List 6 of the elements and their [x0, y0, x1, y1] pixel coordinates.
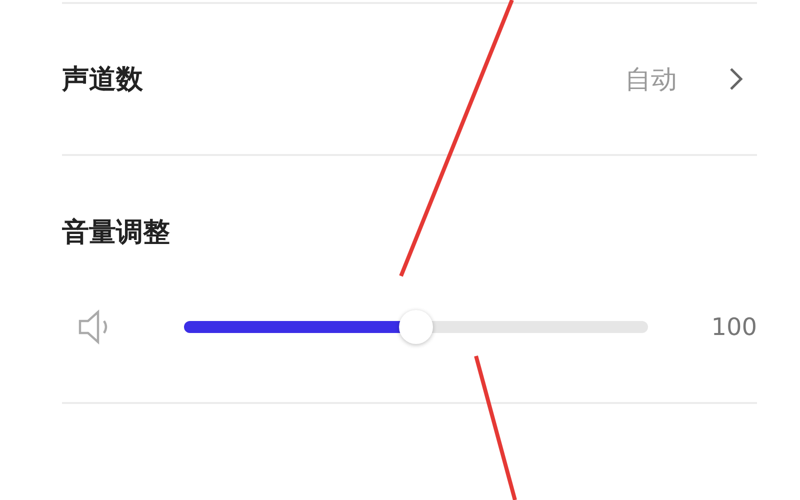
setting-label: 声道数 — [62, 63, 143, 97]
slider-thumb[interactable] — [399, 310, 433, 344]
volume-reading: 100 — [711, 313, 757, 341]
setting-value[interactable]: 自动 — [625, 62, 677, 96]
section-title: 音量调整 — [62, 216, 171, 250]
chevron-icon[interactable] — [729, 67, 743, 91]
